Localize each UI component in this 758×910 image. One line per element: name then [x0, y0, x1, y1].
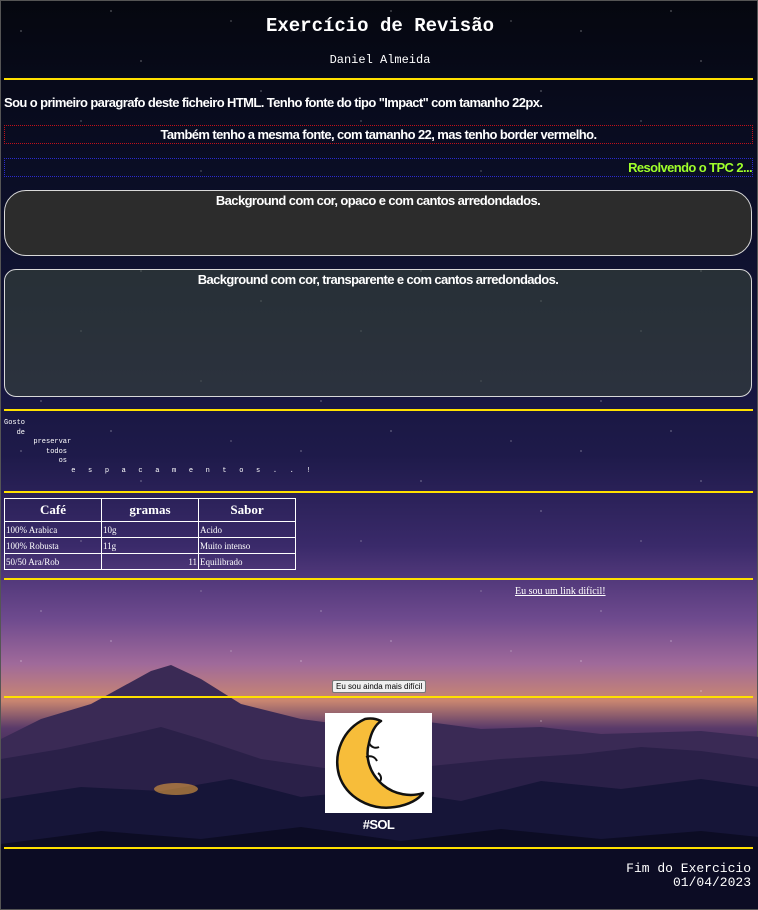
image-caption: #SOL [362, 817, 395, 832]
difficult-link[interactable]: Eu sou um link difícil! [515, 586, 606, 597]
table-cell: 100% Arabica [4, 521, 102, 538]
table-cell: 11 [101, 553, 199, 570]
table-cell: 11g [101, 537, 199, 554]
divider [4, 847, 753, 849]
table-cell: 100% Robusta [4, 537, 102, 554]
preformatted-text: Gosto de preservar todos os e s p a c a … [4, 419, 311, 475]
table-cell: Acido [198, 521, 296, 538]
column-header-cafe: Café [4, 498, 102, 522]
author-name: Daniel Almeida [329, 53, 431, 67]
footer-text: Fim do Exercicio [626, 861, 751, 876]
divider [4, 696, 753, 698]
divider [4, 491, 753, 493]
column-header-sabor: Sabor [198, 498, 296, 522]
red-border-paragraph: Também tenho a mesma fonte, com tamanho … [4, 125, 753, 144]
table-cell: 50/50 Ara/Rob [4, 553, 102, 570]
divider [4, 409, 753, 411]
divider [4, 78, 753, 80]
transparent-rounded-box: Background com cor, transparente e com c… [4, 269, 752, 397]
table-header-row: Café gramas Sabor [4, 498, 296, 522]
footer: Fim do Exercicio 01/04/2023 [626, 862, 751, 890]
opaque-rounded-box: Background com cor, opaco e com cantos a… [4, 190, 752, 256]
divider [4, 578, 753, 580]
coffee-table: Café gramas Sabor 100% Arabica 10g Acido… [4, 498, 296, 570]
transparent-box-text: Background com cor, transparente e com c… [197, 272, 559, 287]
opaque-box-text: Background com cor, opaco e com cantos a… [215, 193, 541, 208]
footer-date: 01/04/2023 [672, 875, 751, 890]
table-row: 100% Arabica 10g Acido [4, 521, 296, 538]
tpc-paragraph: Resolvendo o TPC 2... [4, 158, 753, 177]
difficult-button[interactable]: Eu sou ainda mais difícil [332, 680, 427, 693]
column-header-gramas: gramas [101, 498, 199, 522]
page-title: Exercício de Revisão [265, 15, 495, 37]
crescent-moon-icon [336, 717, 425, 809]
table-row: 50/50 Ara/Rob 11 Equilibrado [4, 553, 296, 570]
table-row: 100% Robusta 11g Muito intenso [4, 537, 296, 554]
table-cell: Equilibrado [198, 553, 296, 570]
impact-paragraph: Sou o primeiro paragrafo deste ficheiro … [4, 95, 543, 110]
moon-image [325, 713, 432, 813]
table-cell: Muito intenso [198, 537, 296, 554]
table-cell: 10g [101, 521, 199, 538]
